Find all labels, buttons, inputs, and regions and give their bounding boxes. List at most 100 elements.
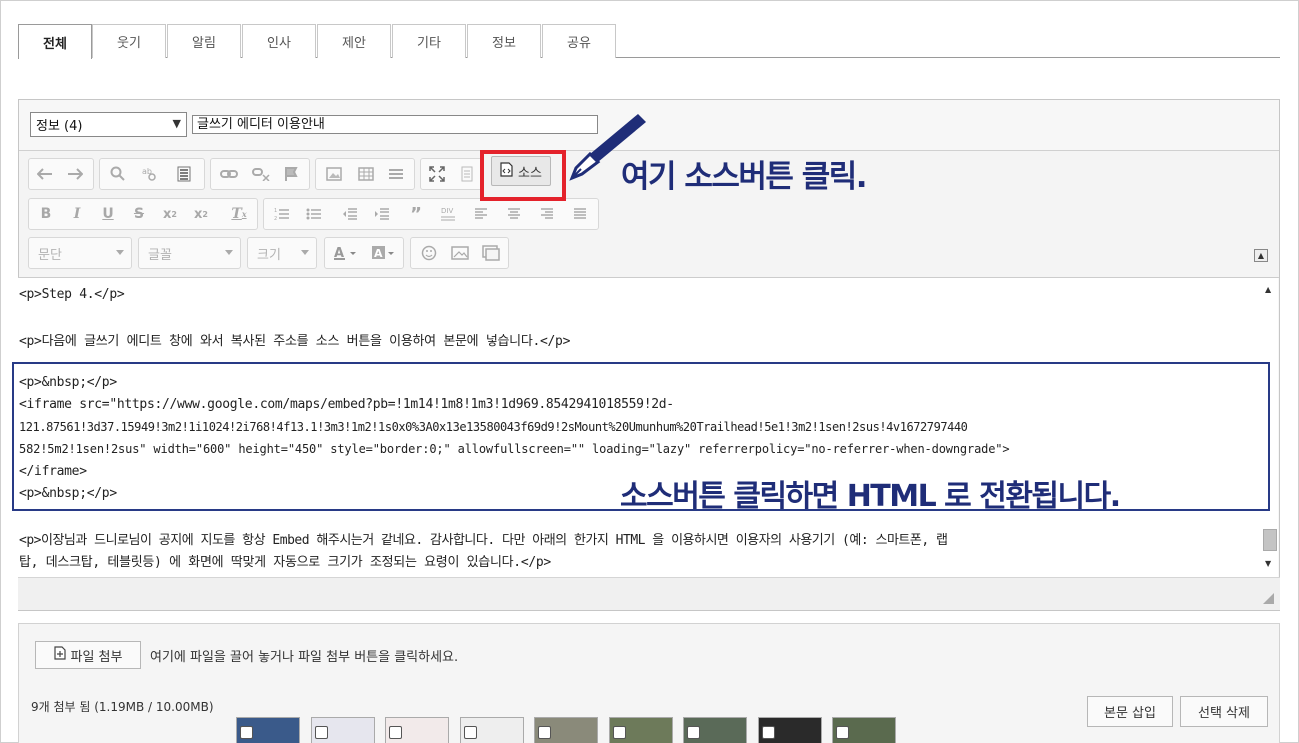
font-family-label: 글꼴 [148, 247, 172, 263]
div-container-icon[interactable]: DIV [434, 199, 462, 229]
board-tabs: 전체 웃기 알림 인사 제안 기타 정보 공유 [18, 24, 1280, 59]
scroll-thumb[interactable] [1263, 529, 1277, 551]
paragraph-format-label: 문단 [38, 247, 62, 263]
thumbnail-checkbox[interactable] [240, 726, 253, 739]
file-attach-button[interactable]: 파일 첨부 [35, 641, 141, 669]
thumbnail-checkbox[interactable] [836, 726, 849, 739]
bold-icon[interactable]: B [32, 199, 60, 229]
attachment-thumbnail[interactable] [832, 717, 896, 743]
scroll-down-icon[interactable]: ▼ [1265, 559, 1271, 568]
annotation-click-source: 여기 소스버튼 클릭. [621, 159, 868, 195]
numbered-list-icon[interactable]: 12 [268, 199, 296, 229]
tab-all[interactable]: 전체 [18, 24, 92, 59]
align-right-icon[interactable] [533, 199, 561, 229]
anchor-flag-icon[interactable] [277, 159, 305, 189]
paragraph-group: 12 ” DIV [263, 198, 599, 230]
thumbnail-checkbox[interactable] [538, 726, 551, 739]
bulleted-list-icon[interactable] [300, 199, 328, 229]
thumbnail-checkbox[interactable] [687, 726, 700, 739]
attachment-thumbnail[interactable] [609, 717, 673, 743]
tab-greeting[interactable]: 인사 [242, 24, 316, 58]
select-all-icon[interactable] [170, 159, 198, 189]
attachment-thumbnail[interactable] [534, 717, 598, 743]
background-color-icon[interactable]: A [366, 238, 402, 268]
attachment-thumbnail[interactable] [460, 717, 524, 743]
chevron-down-icon [225, 250, 233, 255]
blockquote-icon[interactable]: ” [402, 199, 430, 229]
chevron-down-icon [116, 250, 124, 255]
font-size-select[interactable]: 크기 [247, 237, 317, 269]
file-attach-label: 파일 첨부 [70, 649, 123, 665]
align-center-icon[interactable] [500, 199, 528, 229]
align-justify-icon[interactable] [566, 199, 594, 229]
undo-icon[interactable] [31, 159, 59, 189]
font-family-select[interactable]: 글꼴 [138, 237, 241, 269]
horizontal-rule-icon[interactable] [382, 159, 410, 189]
thumbnail-checkbox[interactable] [762, 726, 775, 739]
chevron-down-icon: ▼ [172, 117, 181, 130]
italic-icon[interactable]: I [63, 199, 91, 229]
table-icon[interactable] [352, 159, 380, 189]
align-left-icon[interactable] [467, 199, 495, 229]
insert-group [315, 158, 415, 190]
chevron-down-icon [301, 250, 309, 255]
redo-icon[interactable] [61, 159, 89, 189]
maximize-icon[interactable] [423, 159, 451, 189]
attachment-thumbnail[interactable] [758, 717, 822, 743]
collapse-toolbar-icon[interactable]: ▲ [1254, 249, 1268, 262]
show-blocks-icon[interactable] [453, 159, 481, 189]
drop-hint: 여기에 파일을 끌어 놓거나 파일 첨부 버튼을 클릭하세요. [150, 650, 459, 665]
history-group [28, 158, 94, 190]
attachment-thumbnail[interactable] [236, 717, 300, 743]
svg-text:A: A [374, 247, 383, 260]
scroll-up-icon[interactable]: ▲ [1265, 285, 1271, 294]
replace-icon[interactable]: ab [136, 159, 164, 189]
add-file-icon [53, 646, 66, 664]
svg-text:2: 2 [274, 216, 277, 221]
tab-funny[interactable]: 웃기 [92, 24, 166, 58]
subscript-icon[interactable]: x2 [156, 199, 184, 229]
find-icon[interactable] [104, 159, 132, 189]
resize-grip-icon[interactable] [1263, 593, 1274, 604]
thumbnail-checkbox[interactable] [464, 726, 477, 739]
text-color-icon[interactable]: A [328, 238, 364, 268]
attachment-count: 9개 첨부 됨 (1.19MB / 10.00MB) [31, 700, 214, 714]
attachment-thumbnail[interactable] [683, 717, 747, 743]
category-select[interactable]: 정보 (4) ▼ [30, 112, 187, 137]
emoticon-icon[interactable] [415, 238, 443, 268]
source-highlight-box [480, 150, 566, 201]
tab-info[interactable]: 정보 [467, 24, 541, 58]
title-input[interactable]: 글쓰기 에디터 이용안내 [192, 115, 598, 134]
source-line: <p>Step 4.</p> [19, 287, 125, 302]
thumbnail-checkbox[interactable] [613, 726, 626, 739]
attachment-thumbnail[interactable] [385, 717, 449, 743]
link-icon[interactable] [215, 159, 243, 189]
superscript-icon[interactable]: x2 [187, 199, 215, 229]
indent-icon[interactable] [368, 199, 396, 229]
tab-suggestion[interactable]: 제안 [317, 24, 391, 58]
annotation-html-switch: 소스버튼 클릭하면 HTML 로 전환됩니다. [620, 479, 1121, 514]
strikethrough-icon[interactable]: S [125, 199, 153, 229]
paragraph-format-select[interactable]: 문단 [28, 237, 132, 269]
underline-icon[interactable]: U [94, 199, 122, 229]
insert-into-body-button[interactable]: 본문 삽입 [1087, 696, 1173, 727]
outdent-icon[interactable] [336, 199, 364, 229]
attachment-thumbnail[interactable] [311, 717, 375, 743]
tab-notice[interactable]: 알림 [167, 24, 241, 58]
category-value: 정보 (4) [36, 119, 83, 134]
unlink-icon[interactable] [247, 159, 275, 189]
find-group: ab [99, 158, 205, 190]
tab-share[interactable]: 공유 [542, 24, 616, 58]
tab-etc[interactable]: 기타 [392, 24, 466, 58]
media-image-icon[interactable] [446, 238, 474, 268]
image-icon[interactable] [320, 159, 348, 189]
delete-selected-button[interactable]: 선택 삭제 [1180, 696, 1268, 727]
editor-resize-bar [18, 577, 1280, 611]
media-gallery-icon[interactable] [477, 238, 505, 268]
remove-format-icon[interactable]: Tx [225, 199, 253, 229]
thumbnail-checkbox[interactable] [389, 726, 402, 739]
svg-text:DIV: DIV [441, 207, 453, 215]
font-size-label: 크기 [257, 247, 281, 263]
source-line: <p>이장님과 드니로님이 공지에 지도를 항상 Embed 해주시는거 같네요… [19, 533, 948, 548]
thumbnail-checkbox[interactable] [315, 726, 328, 739]
